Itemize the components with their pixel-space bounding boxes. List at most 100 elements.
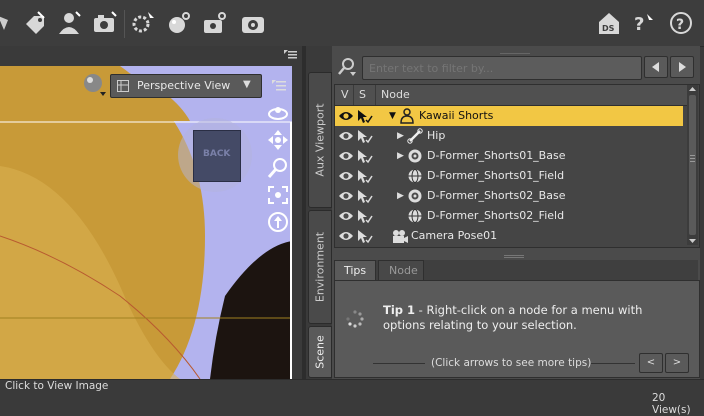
tip-text-block: Tip 1 - Right-click on a node for a menu… — [383, 303, 683, 333]
selectable-cursor-icon[interactable] — [357, 209, 373, 224]
tip-body: - Right-click on a node for a menu with … — [383, 303, 643, 332]
visibility-eye-icon[interactable] — [338, 190, 354, 202]
tree-scrollbar[interactable] — [687, 85, 698, 245]
visibility-eye-icon[interactable] — [338, 230, 354, 242]
pane-grip[interactable] — [500, 46, 530, 54]
column-selectable-header[interactable]: S — [359, 88, 366, 101]
column-node-header[interactable]: Node — [381, 88, 410, 101]
pose-tool-icon[interactable] — [0, 10, 20, 36]
selectable-cursor-icon[interactable] — [357, 169, 373, 184]
tree-node-label: Kawaii Shorts — [419, 109, 494, 122]
tab-node[interactable]: Node — [378, 260, 424, 281]
tree-node-label: Camera Pose01 — [411, 229, 498, 242]
view-cube[interactable]: BACK — [193, 130, 241, 182]
gear-pointer-icon[interactable] — [130, 10, 156, 36]
tab-tips[interactable]: Tips — [334, 260, 376, 281]
daz-studio-home-icon[interactable]: DS — [596, 10, 622, 36]
tree-row[interactable]: ▶ D-Former_Shorts01_Base — [335, 146, 683, 166]
tip-nav-hint: (Click arrows to see more tips) — [431, 357, 592, 369]
tab-aux-viewport[interactable]: Aux Viewport — [308, 72, 332, 208]
visibility-eye-icon[interactable] — [338, 210, 354, 222]
chevron-down-icon[interactable]: ▼ — [389, 111, 396, 121]
camera-tool-icon[interactable] — [92, 10, 118, 36]
selectable-cursor-icon[interactable] — [357, 229, 373, 244]
tab-scene[interactable]: Scene — [308, 326, 332, 378]
dformer-field-icon — [407, 208, 423, 227]
tip-next-button[interactable]: > — [665, 353, 689, 373]
scene-tree: V S Node ▼ Kawaii Shorts ▶ Hip ▶ D-Former_Sho… — [334, 84, 700, 248]
tab-aux-viewport-label: Aux Viewport — [313, 103, 327, 177]
side-tab-bar: Aux Viewport Environment Scene — [306, 46, 332, 379]
view-select-value: Perspective View — [137, 79, 231, 92]
tree-header: V S Node — [335, 85, 687, 106]
pane-options-icon[interactable] — [282, 48, 298, 62]
frame-icon[interactable] — [266, 184, 290, 206]
chevron-right-icon[interactable]: ▶ — [397, 191, 404, 201]
visibility-eye-icon[interactable] — [338, 110, 354, 122]
tree-row[interactable]: ▼ Kawaii Shorts — [335, 106, 683, 126]
tip-title: Tip 1 — [383, 303, 416, 317]
column-visible-header[interactable]: V — [341, 88, 349, 101]
spinner-icon — [345, 309, 365, 329]
svg-text:DS: DS — [602, 24, 615, 33]
pan-icon[interactable] — [266, 128, 290, 152]
scene-pane: V S Node ▼ Kawaii Shorts ▶ Hip ▶ D-Former_Sho… — [332, 46, 700, 379]
tree-row[interactable]: D-Former_Shorts01_Field — [335, 166, 683, 186]
info-tabs: Tips Node — [334, 260, 698, 281]
filter-field[interactable] — [362, 56, 642, 80]
bone-icon — [407, 128, 423, 147]
tab-node-label: Node — [389, 264, 418, 277]
search-icon[interactable] — [336, 56, 360, 78]
filter-next-button[interactable] — [670, 56, 694, 78]
tag-tool-icon[interactable] — [22, 10, 48, 36]
tips-panel: Tip 1 - Right-click on a node for a menu… — [334, 280, 700, 378]
material-sphere-icon[interactable] — [166, 10, 192, 36]
whats-this-icon[interactable]: ? — [630, 10, 656, 36]
view-cube-label: BACK — [203, 149, 231, 159]
tip-prev-button[interactable]: < — [639, 353, 663, 373]
selectable-cursor-icon[interactable] — [357, 189, 373, 204]
selectable-cursor-icon[interactable] — [357, 109, 373, 124]
render-icon[interactable] — [240, 10, 266, 36]
figure-icon — [399, 108, 415, 127]
tree-row[interactable]: Camera Pose01 — [335, 226, 683, 246]
tree-row[interactable]: D-Former_Shorts02_Field — [335, 206, 683, 226]
tab-scene-label: Scene — [313, 335, 327, 369]
grid-view-icon — [117, 80, 129, 92]
selectable-cursor-icon[interactable] — [357, 129, 373, 144]
filter-input[interactable] — [367, 60, 639, 76]
visibility-eye-icon[interactable] — [338, 170, 354, 182]
status-left-text: Click to View Image — [5, 380, 109, 392]
filter-prev-button[interactable] — [644, 56, 668, 78]
visibility-eye-icon[interactable] — [338, 130, 354, 142]
dformer-base-icon — [407, 148, 423, 167]
chevron-right-icon[interactable]: ▶ — [397, 131, 404, 141]
help-icon[interactable]: ? — [668, 10, 694, 36]
tab-environment-label: Environment — [313, 231, 327, 303]
tree-node-label: D-Former_Shorts02_Field — [427, 209, 565, 222]
tab-environment[interactable]: Environment — [308, 210, 332, 324]
svg-text:?: ? — [676, 17, 684, 33]
zoom-icon[interactable] — [266, 156, 290, 180]
render-settings-icon[interactable] — [202, 10, 228, 36]
visibility-eye-icon[interactable] — [338, 150, 354, 162]
shading-sphere-icon[interactable] — [82, 72, 108, 98]
panel-splitter[interactable] — [332, 250, 700, 258]
chevron-down-icon: ▼ — [243, 79, 251, 90]
status-view-count: 20 View(s) — [652, 392, 691, 416]
main-toolbar: DS ? ? — [0, 0, 704, 47]
tree-row[interactable]: ▶ D-Former_Shorts02_Base — [335, 186, 683, 206]
camera-icon — [391, 228, 409, 247]
dformer-field-icon — [407, 168, 423, 187]
viewport-options-icon[interactable] — [270, 78, 288, 94]
figure-tool-icon[interactable] — [56, 10, 82, 36]
tree-node-label: D-Former_Shorts01_Field — [427, 169, 565, 182]
tree-row[interactable]: ▶ Hip — [335, 126, 683, 146]
view-select[interactable]: Perspective View ▼ — [110, 74, 262, 98]
orbit-icon[interactable] — [266, 102, 290, 124]
tab-tips-label: Tips — [344, 264, 367, 277]
reset-view-icon[interactable] — [266, 210, 290, 234]
chevron-right-icon[interactable]: ▶ — [397, 151, 404, 161]
svg-text:?: ? — [634, 14, 644, 35]
selectable-cursor-icon[interactable] — [357, 149, 373, 164]
